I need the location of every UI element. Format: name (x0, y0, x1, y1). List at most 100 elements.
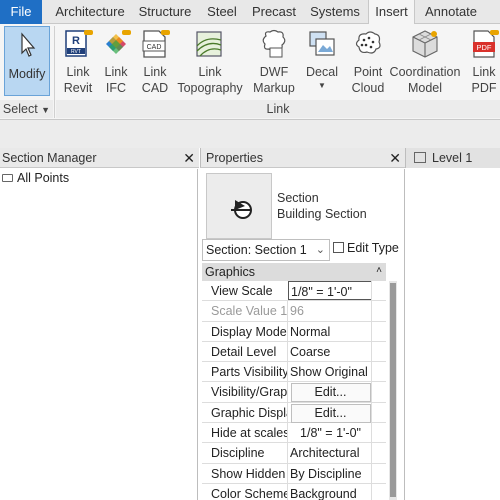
properties-title: Properties (206, 151, 263, 165)
property-key: Show Hidden Lines (211, 466, 287, 481)
svg-text:RVT: RVT (71, 49, 81, 55)
chevron-down-icon: ⌄ (315, 244, 325, 256)
type-selector-dropdown[interactable]: Section: Section 1 ⌄ (202, 239, 330, 261)
property-cell-extra (371, 483, 386, 500)
dwf-markup-icon (262, 29, 286, 58)
link-cad-icon: CAD (142, 30, 170, 58)
tab-structure[interactable]: Structure (136, 0, 194, 24)
property-cell-extra (371, 402, 386, 423)
ribbon-gap (0, 120, 500, 148)
property-key: Hide at scales coarser than (211, 426, 287, 441)
property-value: Edit... (287, 382, 371, 403)
property-row-discipline[interactable]: Discipline Architectural (202, 443, 386, 464)
property-value[interactable]: Normal (287, 321, 371, 342)
properties-table: View Scale 1/8" = 1'-0" Scale Value 1: 9… (202, 281, 386, 500)
ribbon-tab-bar: File Architecture Structure Steel Precas… (0, 0, 500, 25)
property-value[interactable]: By Discipline (287, 463, 371, 484)
dropdown-arrow-icon: ▼ (41, 105, 51, 115)
section-manager-panel: All Points (0, 169, 198, 500)
graphics-group-header[interactable]: Graphics ˄ (202, 263, 386, 281)
link-revit-icon: R RVT (65, 30, 93, 57)
property-value[interactable]: Background (287, 483, 371, 500)
property-value[interactable]: 1/8" = 1'-0" (287, 423, 371, 444)
property-cell-extra (371, 443, 386, 464)
link-pdf-label: Link PDF (471, 65, 497, 95)
cursor-arrow-icon (21, 32, 36, 57)
property-key: Scale Value 1: (211, 304, 287, 319)
link-topography-icon (196, 31, 222, 57)
property-value: 96 (287, 301, 371, 322)
tab-insert[interactable]: Insert (368, 0, 415, 25)
link-ifc-icon (106, 30, 131, 54)
modify-label: Modify (8, 67, 46, 81)
section-head-icon (231, 200, 252, 219)
property-row-graphic-display: Graphic Display Options Edit... (202, 402, 386, 424)
dwf-markup-button[interactable]: DWF Markup (250, 26, 298, 96)
close-icon[interactable]: ✕ (389, 148, 401, 168)
property-key: Display Model (211, 324, 287, 339)
property-row-view-scale[interactable]: View Scale 1/8" = 1'-0" (202, 281, 386, 302)
tree-item-all-points[interactable]: All Points (2, 171, 69, 185)
property-key: Color Scheme Location (211, 486, 287, 500)
modify-button[interactable]: Modify (4, 26, 50, 96)
view-tab-level-1[interactable]: Level 1 (405, 148, 500, 168)
decal-dropdown-icon[interactable]: ▼ (302, 80, 342, 92)
svg-text:CAD: CAD (147, 44, 162, 51)
property-row-scale-value: Scale Value 1: 96 (202, 301, 386, 322)
property-row-parts-visibility[interactable]: Parts Visibility Show Original (202, 362, 386, 383)
edit-type-icon (333, 242, 344, 253)
type-selector-value: Section: Section 1 (206, 243, 307, 257)
scrollbar-thumb[interactable] (390, 283, 396, 497)
link-ifc-button[interactable]: Link IFC (98, 26, 134, 96)
svg-text:PDF: PDF (477, 43, 492, 52)
property-value-input[interactable]: 1/8" = 1'-0" (288, 281, 372, 300)
point-cloud-button[interactable]: Point Cloud (348, 26, 388, 96)
link-group-label: Link (56, 100, 500, 118)
point-cloud-label: Point Cloud (351, 65, 385, 95)
tab-annotate[interactable]: Annotate (420, 0, 482, 24)
type-thumbnail (206, 173, 272, 239)
property-row-display-model[interactable]: Display Model Normal (202, 321, 386, 342)
tab-file[interactable]: File (0, 0, 42, 24)
dwf-markup-label: DWF Markup (253, 65, 295, 95)
link-revit-button[interactable]: R RVT Link Revit (58, 26, 98, 96)
ribbon-panel: Modify Select ▼ R RVT Link Revit Link IF… (0, 24, 500, 120)
close-icon[interactable]: ✕ (183, 148, 195, 168)
link-ifc-label: Link IFC (104, 65, 128, 95)
decal-icon (309, 31, 335, 56)
tree-item-label: All Points (17, 171, 70, 185)
property-key: Visibility/Graphics Overrides (211, 385, 287, 400)
section-manager-title: Section Manager (2, 151, 97, 165)
tab-architecture[interactable]: Architecture (50, 0, 130, 24)
link-revit-label: Link Revit (63, 65, 93, 95)
property-value: Edit... (287, 402, 371, 423)
drawing-area[interactable] (406, 169, 500, 500)
edit-button[interactable]: Edit... (290, 403, 371, 423)
property-row-hide-at-scales[interactable]: Hide at scales coarser than 1/8" = 1'-0" (202, 423, 386, 444)
property-row-detail-level[interactable]: Detail Level Coarse (202, 341, 386, 363)
property-cell-extra (371, 321, 386, 342)
edit-button[interactable]: Edit... (290, 383, 371, 403)
collapse-icon[interactable]: ˄ (376, 262, 382, 280)
properties-scrollbar[interactable] (389, 281, 397, 500)
property-value[interactable]: Architectural (287, 443, 371, 464)
property-cell-extra (371, 463, 386, 484)
property-cell-extra (371, 382, 386, 403)
property-value[interactable]: Show Original (287, 362, 371, 383)
folder-icon (2, 173, 13, 182)
tab-precast[interactable]: Precast (250, 0, 298, 24)
tab-steel[interactable]: Steel (203, 0, 241, 24)
link-topography-button[interactable]: Link Topography (176, 26, 244, 96)
select-group-label[interactable]: Select ▼ (0, 100, 53, 118)
decal-button[interactable]: Decal ▼ (302, 26, 342, 92)
link-pdf-button[interactable]: PDF Link PDF (464, 26, 500, 96)
property-value[interactable]: Coarse (287, 341, 371, 362)
property-key: Detail Level (211, 344, 277, 359)
property-row-show-hidden-lines[interactable]: Show Hidden Lines By Discipline (202, 463, 386, 484)
property-key: View Scale (211, 284, 273, 298)
property-row-color-scheme[interactable]: Color Scheme Location Background (202, 483, 386, 500)
link-cad-button[interactable]: CAD Link CAD (136, 26, 174, 96)
coordination-model-button[interactable]: Coordination Model (388, 26, 462, 96)
edit-type-button[interactable]: Edit Type (333, 241, 399, 255)
tab-systems[interactable]: Systems (307, 0, 363, 24)
